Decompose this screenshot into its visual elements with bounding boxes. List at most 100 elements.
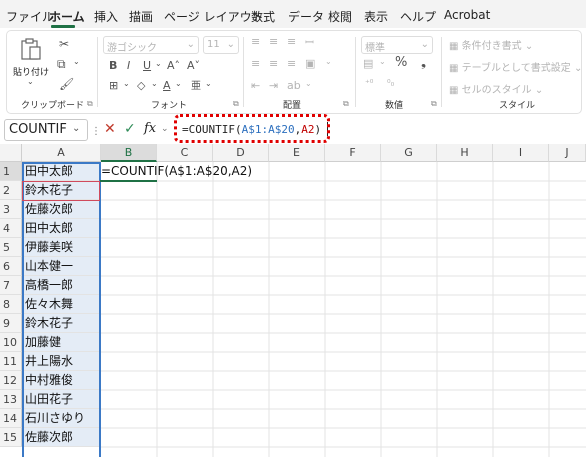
orientation-icon[interactable]: ab [287, 79, 301, 92]
conditional-format-button[interactable]: ▦ 条件付き書式 ⌄ [449, 37, 533, 52]
border-icon[interactable]: ⊞ [109, 79, 118, 92]
chevron-down-icon[interactable]: ⌄ [161, 124, 169, 134]
row-header-3[interactable]: 3 [0, 200, 22, 219]
copy-icon[interactable]: ⧉ [57, 57, 66, 72]
chevron-down-icon[interactable]: ⌄ [379, 57, 386, 66]
cut-icon[interactable]: ✂ [59, 37, 69, 51]
wrap-text-icon[interactable]: ꟷ [305, 35, 314, 50]
column-header-g[interactable]: G [381, 144, 437, 162]
font-color-icon[interactable]: A [163, 79, 171, 92]
tab-view[interactable]: 表示 [364, 8, 388, 25]
column-header-e[interactable]: E [269, 144, 325, 162]
row-header-6[interactable]: 6 [0, 257, 22, 276]
tab-insert[interactable]: 挿入 [94, 8, 118, 25]
column-header-i[interactable]: I [493, 144, 549, 162]
clipboard-launcher-icon[interactable]: ⧉ [87, 99, 93, 109]
font-launcher-icon[interactable]: ⧉ [233, 99, 239, 109]
column-header-b[interactable]: B [101, 144, 157, 162]
select-all-corner[interactable] [0, 144, 22, 162]
column-header-a[interactable]: A [22, 144, 101, 162]
row-header-11[interactable]: 11 [0, 352, 22, 371]
italic-icon[interactable]: I [127, 59, 130, 72]
style-group-label: スタイル [499, 101, 536, 111]
align-left-icon[interactable]: ≡ [251, 57, 260, 70]
align-bottom-icon[interactable]: ≡ [287, 35, 296, 48]
tab-home[interactable]: ホーム [49, 8, 85, 25]
cell-style-button[interactable]: ▦ セルのスタイル ⌄ [449, 81, 543, 96]
underline-icon[interactable]: U [143, 59, 151, 72]
font-shrink-icon[interactable]: A˅ [187, 59, 200, 72]
row-header-8[interactable]: 8 [0, 295, 22, 314]
column-header-d[interactable]: D [213, 144, 269, 162]
column-header-c[interactable]: C [157, 144, 213, 162]
row-header-2[interactable]: 2 [0, 181, 22, 200]
row-header-7[interactable]: 7 [0, 276, 22, 295]
percent-icon[interactable]: % [395, 55, 407, 70]
row-header-12[interactable]: 12 [0, 371, 22, 390]
number-group-label: 数値 [385, 101, 404, 111]
menu-bar: ファイル ホーム 挿入 描画 ページ レイアウト 数式 データ 校閲 表示 ヘル… [0, 0, 586, 28]
column-header-j[interactable]: J [549, 144, 586, 162]
comma-style-icon[interactable]: ❟ [421, 55, 426, 70]
font-name-value: 游ゴシック [107, 43, 157, 54]
font-name-select[interactable]: 游ゴシック ⌄ [103, 36, 199, 54]
copy-dropdown-icon[interactable]: ⌄ [73, 57, 80, 66]
row-header-9[interactable]: 9 [0, 314, 22, 333]
font-size-select[interactable]: 11 ⌄ [203, 36, 239, 54]
chevron-down-icon: ⌄ [27, 77, 34, 86]
number-launcher-icon[interactable]: ⧉ [431, 99, 437, 109]
paste-button[interactable]: 貼り付け ⌄ [13, 37, 49, 86]
alignment-group-label: 配置 [283, 101, 302, 111]
tab-data[interactable]: データ [288, 8, 324, 25]
insert-function-icon[interactable]: fx [144, 121, 156, 136]
accounting-format-icon[interactable]: ▤ [363, 57, 373, 70]
chevron-down-icon[interactable]: ⌄ [175, 79, 182, 88]
tab-help[interactable]: ヘルプ [400, 8, 436, 25]
tab-acrobat[interactable]: Acrobat [444, 8, 490, 22]
column-header-h[interactable]: H [437, 144, 493, 162]
tab-formulas[interactable]: 数式 [251, 8, 275, 25]
font-grow-icon[interactable]: A˄ [167, 59, 180, 72]
row-header-4[interactable]: 4 [0, 219, 22, 238]
indent-increase-icon[interactable]: ⇥ [269, 79, 278, 92]
merge-cells-icon[interactable]: ▣ [305, 57, 315, 70]
tab-page-layout[interactable]: ページ レイアウト [164, 8, 264, 25]
column-header-f[interactable]: F [325, 144, 381, 162]
chevron-down-icon[interactable]: ⌄ [123, 79, 130, 88]
bold-icon[interactable]: B [109, 59, 117, 72]
align-middle-icon[interactable]: ≡ [269, 35, 278, 48]
cancel-icon[interactable]: ✕ [104, 121, 116, 137]
align-right-icon[interactable]: ≡ [287, 57, 296, 70]
indent-decrease-icon[interactable]: ⇤ [251, 79, 260, 92]
format-as-table-label: テーブルとして書式設定 [461, 63, 571, 74]
increase-decimal-icon[interactable]: ⁺⁰ [365, 79, 373, 89]
alignment-launcher-icon[interactable]: ⧉ [343, 99, 349, 109]
row-header-15[interactable]: 15 [0, 428, 22, 447]
align-center-icon[interactable]: ≡ [269, 57, 278, 70]
row-header-1[interactable]: 1 [0, 162, 22, 181]
cell-reference-outline [22, 181, 100, 201]
ribbon: 貼り付け ⌄ ✂ ⧉ ⌄ 🖌 クリップボード ⧉ 游ゴシック ⌄ 11 ⌄ B … [6, 30, 582, 114]
tab-draw[interactable]: 描画 [129, 8, 153, 25]
enter-icon[interactable]: ✓ [124, 121, 136, 137]
tab-file[interactable]: ファイル [6, 8, 54, 25]
chevron-down-icon[interactable]: ⌄ [151, 79, 158, 88]
chevron-down-icon[interactable]: ⌄ [325, 57, 332, 66]
chevron-down-icon[interactable]: ⌄ [155, 59, 162, 68]
row-header-13[interactable]: 13 [0, 390, 22, 409]
chevron-down-icon[interactable]: ⌄ [205, 79, 212, 88]
number-format-select[interactable]: 標準 ⌄ [361, 36, 433, 54]
format-painter-icon[interactable]: 🖌 [59, 77, 74, 91]
align-top-icon[interactable]: ≡ [251, 35, 260, 48]
chevron-down-icon[interactable]: ⌄ [305, 79, 312, 88]
row-header-5[interactable]: 5 [0, 238, 22, 257]
phonetic-icon[interactable]: 亜 [191, 77, 201, 92]
fill-color-icon[interactable]: ◇ [137, 79, 145, 92]
format-as-table-button[interactable]: ▦ テーブルとして書式設定 ⌄ [449, 59, 582, 74]
chevron-down-icon[interactable]: ⌄ [72, 123, 80, 134]
tab-review[interactable]: 校閲 [328, 8, 352, 25]
row-header-14[interactable]: 14 [0, 409, 22, 428]
active-tab-indicator [51, 25, 75, 28]
row-header-10[interactable]: 10 [0, 333, 22, 352]
decrease-decimal-icon[interactable]: ⁰₀ [387, 79, 394, 89]
